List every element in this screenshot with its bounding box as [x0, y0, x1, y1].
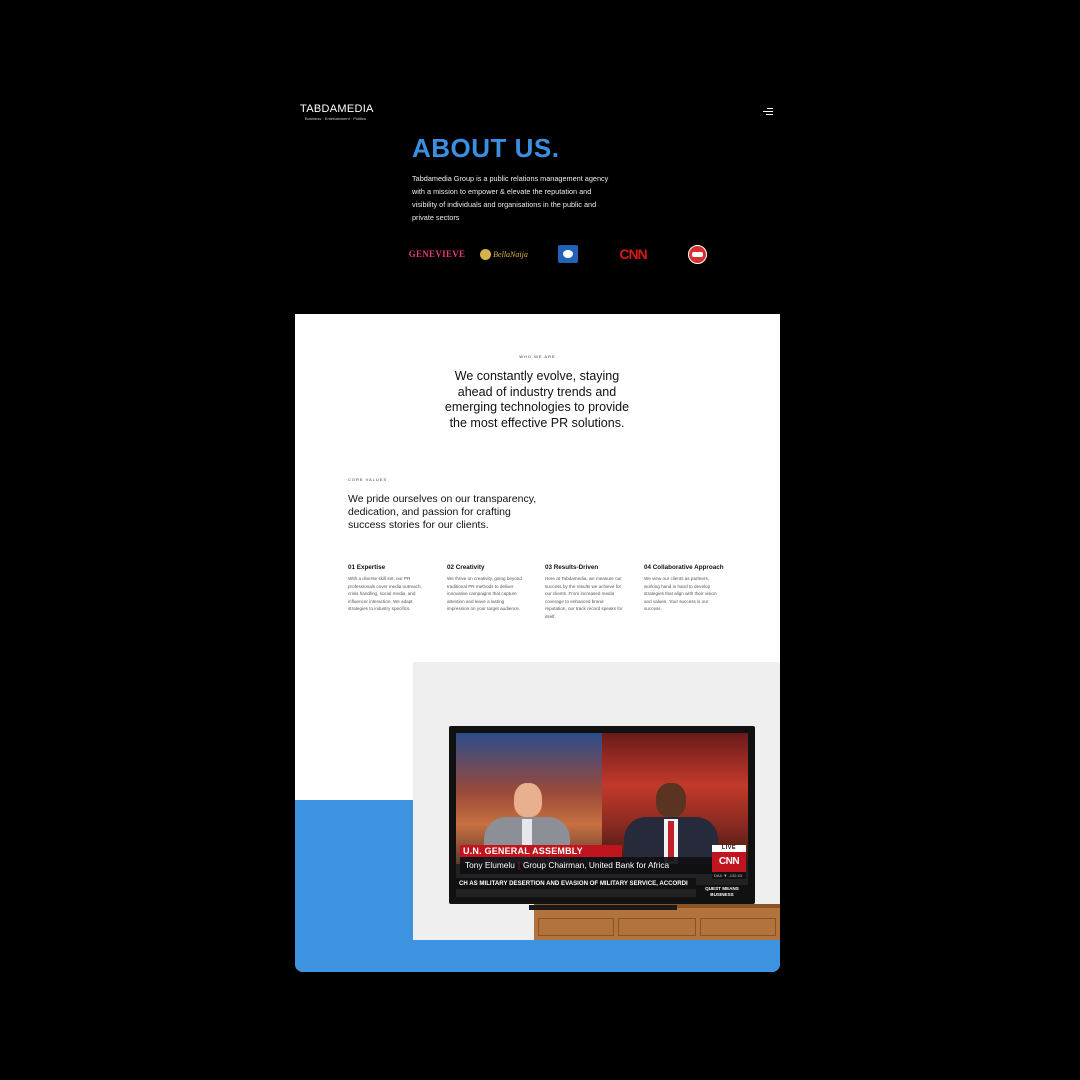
bellanaija-mark-icon: [480, 248, 492, 260]
chyron-name: Tony Elumelu: [465, 860, 515, 870]
cnn-bug: CNN: [712, 852, 746, 872]
who-we-are-heading: We constantly evolve, staying ahead of i…: [444, 369, 630, 430]
brand-logo[interactable]: TABDAMEDIA Business · Entertainment · Po…: [300, 103, 374, 121]
stand-drawer: [538, 918, 614, 936]
who-we-are-label: WHO WE ARE: [519, 354, 556, 359]
brand-name: TABDAMEDIA: [300, 103, 374, 115]
page-title: ABOUT US.: [412, 133, 560, 163]
network-badge: LIVE CNN DAX ▼ -132.43: [712, 845, 746, 885]
value-description: We thrive on creativity, going beyond tr…: [447, 576, 522, 612]
market-index: DAX ▼ -132.43: [712, 872, 746, 879]
value-title: 03 Results-Driven: [545, 564, 599, 571]
outlet-mark-icon: [692, 252, 703, 257]
cnn-logo-text: CNN: [619, 246, 647, 262]
value-title: 04 Collaborative Approach: [644, 564, 724, 571]
bellanaija-logo-text: BellaNaija: [493, 249, 528, 259]
value-title: 02 Creativity: [447, 564, 485, 571]
value-results-driven: 03 Results-Driven Here at Tabdamedia, we…: [545, 564, 625, 621]
core-values-heading: We pride ourselves on our transparency, …: [348, 493, 537, 531]
hamburger-menu-icon[interactable]: [763, 108, 773, 116]
show-name: QUEST MEANS BUSINESS: [696, 885, 748, 897]
value-creativity: 02 Creativity We thrive on creativity, g…: [447, 564, 527, 613]
value-title: 01 Expertise: [348, 564, 386, 571]
genevieve-logo-text: GENEVIEVE: [408, 249, 466, 259]
core-values-label: CORE VALUES: [348, 477, 388, 482]
show-name-line2: BUSINESS: [710, 891, 734, 897]
live-label: LIVE: [712, 845, 746, 852]
guest-figure: [624, 783, 718, 864]
value-description: With a diverse skill set, our PR profess…: [348, 576, 422, 612]
genevieve-logo: GENEVIEVE: [409, 246, 465, 262]
chyron-separator: |: [517, 860, 520, 870]
value-collaborative: 04 Collaborative Approach We view our cl…: [644, 564, 724, 613]
value-description: We view our clients as partners, working…: [644, 576, 717, 612]
value-expertise: 01 Expertise With a diverse skill set, o…: [348, 564, 428, 613]
stand-drawer: [700, 918, 776, 936]
tv-image: U.N. GENERAL ASSEMBLY Tony Elumelu | Group…: [413, 662, 780, 940]
tv-screen: U.N. GENERAL ASSEMBLY Tony Elumelu | Group…: [456, 733, 748, 897]
stand-drawer: [618, 918, 696, 936]
content-panel: WHO WE ARE We constantly evolve, staying…: [295, 314, 780, 972]
channels-tv-logo: [558, 245, 578, 263]
television: U.N. GENERAL ASSEMBLY Tony Elumelu | Group…: [449, 726, 755, 910]
tv-foot: [529, 905, 677, 910]
news-outlet-logo: [688, 245, 707, 264]
value-description: Here at Tabdamedia, we measure our succe…: [545, 576, 623, 619]
chyron-title: U.N. GENERAL ASSEMBLY: [460, 845, 622, 857]
about-description: Tabdamedia Group is a public relations m…: [412, 174, 609, 222]
chyron-lower-third: Tony Elumelu | Group Chairman, United Bank…: [460, 857, 712, 874]
channels-mark-icon: [563, 250, 573, 258]
cnn-logo: CNN: [616, 245, 650, 263]
chyron-role: Group Chairman, United Bank for Africa: [522, 860, 670, 870]
news-ticker: CH AS MILITARY DESERTION AND EVASION OF …: [456, 878, 696, 889]
bellanaija-logo: BellaNaija: [478, 246, 530, 262]
brand-tagline: Business · Entertainment · Politics: [305, 116, 366, 121]
